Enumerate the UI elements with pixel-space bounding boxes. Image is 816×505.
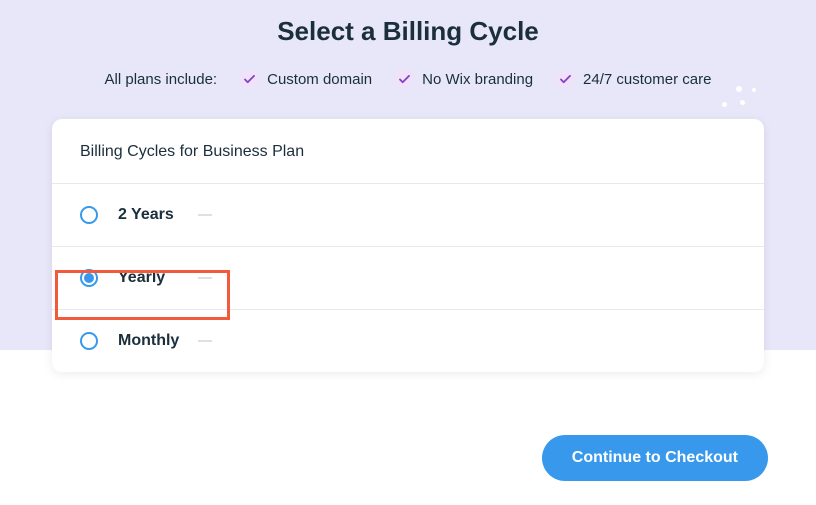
radio-icon	[80, 332, 98, 350]
billing-option-yearly[interactable]: Yearly	[52, 247, 764, 310]
feature-item: No Wix branding	[394, 69, 533, 89]
radio-icon	[80, 269, 98, 287]
billing-option-monthly[interactable]: Monthly	[52, 310, 764, 372]
feature-label: No Wix branding	[422, 71, 533, 88]
billing-card: Billing Cycles for Business Plan 2 Years…	[52, 119, 764, 372]
option-label: 2 Years	[118, 206, 188, 224]
dash-icon	[198, 340, 212, 342]
continue-to-checkout-button[interactable]: Continue to Checkout	[542, 435, 768, 481]
dash-icon	[198, 277, 212, 279]
radio-icon	[80, 206, 98, 224]
feature-label: 24/7 customer care	[583, 71, 711, 88]
features-lead: All plans include:	[105, 71, 218, 88]
card-header: Billing Cycles for Business Plan	[52, 119, 764, 184]
features-row: All plans include: Custom domain No Wix …	[0, 69, 816, 89]
dash-icon	[198, 214, 212, 216]
check-icon	[555, 69, 575, 89]
option-label: Yearly	[118, 269, 188, 287]
feature-item: 24/7 customer care	[555, 69, 711, 89]
feature-label: Custom domain	[267, 71, 372, 88]
option-label: Monthly	[118, 332, 188, 350]
check-icon	[394, 69, 414, 89]
billing-option-2-years[interactable]: 2 Years	[52, 184, 764, 247]
page-title: Select a Billing Cycle	[0, 0, 816, 47]
feature-item: Custom domain	[239, 69, 372, 89]
check-icon	[239, 69, 259, 89]
